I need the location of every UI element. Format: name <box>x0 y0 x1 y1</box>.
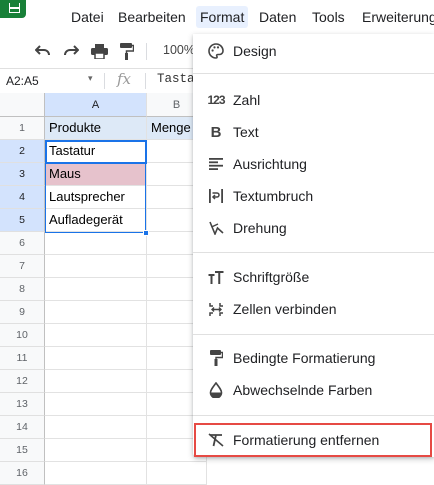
cell-a1[interactable]: Produkte <box>45 117 147 140</box>
cell-empty[interactable] <box>147 462 207 485</box>
menu-item-label: Zahl <box>233 92 261 108</box>
menu-item-label: Formatierung entfernen <box>233 432 380 448</box>
menu-item-label: Drehung <box>233 220 287 236</box>
menu-item-ausrichtung[interactable]: Ausrichtung <box>193 148 434 180</box>
menu-item-drehung[interactable]: Drehung <box>193 212 434 244</box>
font-size-icon <box>207 268 225 286</box>
number-format-icon: 123 <box>207 93 225 107</box>
toolbar-separator <box>146 43 147 60</box>
row-header[interactable]: 16 <box>0 462 45 485</box>
merge-cells-icon <box>207 300 225 318</box>
row-header[interactable]: 2 <box>0 140 45 163</box>
cell-empty[interactable] <box>45 278 147 301</box>
select-all-corner[interactable] <box>0 93 45 117</box>
fill-drop-icon <box>207 381 225 399</box>
menu-item-abwechselnde-farben[interactable]: Abwechselnde Farben <box>193 374 434 406</box>
menu-item-label: Ausrichtung <box>233 156 307 172</box>
menu-tools[interactable]: Tools <box>312 6 345 28</box>
row-header[interactable]: 4 <box>0 186 45 209</box>
menu-separator <box>193 415 434 416</box>
cell-empty[interactable] <box>45 370 147 393</box>
row-header[interactable]: 9 <box>0 301 45 324</box>
paint-roller-icon <box>207 349 225 367</box>
menu-bearbeiten[interactable]: Bearbeiten <box>118 6 186 28</box>
row-header[interactable]: 14 <box>0 416 45 439</box>
menu-item-label: Bedingte Formatierung <box>233 350 376 366</box>
menu-bar: Datei Bearbeiten Format Daten Tools Erwe… <box>0 0 434 34</box>
row-header[interactable]: 13 <box>0 393 45 416</box>
menu-item-label: Abwechselnde Farben <box>233 382 373 398</box>
cell-empty[interactable] <box>45 324 147 347</box>
menu-item-label: Text <box>233 124 259 140</box>
cell-a3[interactable]: Maus <box>45 163 147 186</box>
menu-datei[interactable]: Datei <box>71 6 104 28</box>
row-header[interactable]: 8 <box>0 278 45 301</box>
row-header[interactable]: 3 <box>0 163 45 186</box>
text-wrap-icon <box>207 187 225 205</box>
cell-empty[interactable] <box>45 347 147 370</box>
name-box[interactable]: A2:A5 <box>3 72 101 90</box>
row-header[interactable]: 10 <box>0 324 45 347</box>
cell-empty[interactable] <box>45 232 147 255</box>
menu-item-zellen-verbinden[interactable]: Zellen verbinden <box>193 293 434 325</box>
paint-format-icon[interactable] <box>117 41 137 61</box>
row-header[interactable]: 5 <box>0 209 45 232</box>
menu-item-design[interactable]: Design <box>193 35 434 67</box>
menu-item-label: Schriftgröße <box>233 269 310 285</box>
cell-a5[interactable]: Aufladegerät <box>45 209 147 232</box>
menu-separator <box>193 334 434 335</box>
menu-item-label: Design <box>233 43 277 59</box>
text-rotation-icon <box>207 219 225 237</box>
function-icon: fx <box>117 70 132 88</box>
bold-icon: B <box>210 123 222 141</box>
cell-empty[interactable] <box>45 416 147 439</box>
menu-item-text[interactable]: B Text <box>193 116 434 148</box>
formula-separator <box>104 73 105 89</box>
formula-separator <box>145 73 146 89</box>
print-icon[interactable] <box>89 41 109 61</box>
cell-empty[interactable] <box>45 255 147 278</box>
menu-separator <box>193 252 434 253</box>
row-header[interactable]: 15 <box>0 439 45 462</box>
menu-item-label: Zellen verbinden <box>233 301 337 317</box>
menu-erweiterungen[interactable]: Erweiterung <box>362 6 434 28</box>
zoom-select[interactable]: 100% <box>163 43 195 57</box>
align-left-icon <box>207 155 225 173</box>
menu-item-zahl[interactable]: 123 Zahl <box>193 84 434 116</box>
menu-item-textumbruch[interactable]: Textumbruch <box>193 180 434 212</box>
menu-separator <box>193 73 434 74</box>
fill-handle[interactable] <box>143 230 149 236</box>
column-header-a[interactable]: A <box>45 93 147 117</box>
row-header[interactable]: 6 <box>0 232 45 255</box>
cell-empty[interactable] <box>45 462 147 485</box>
cell-empty[interactable] <box>45 393 147 416</box>
cell-empty[interactable] <box>45 301 147 324</box>
menu-item-bedingte-formatierung[interactable]: Bedingte Formatierung <box>193 342 434 374</box>
cell-a2[interactable]: Tastatur <box>45 140 147 163</box>
undo-icon[interactable] <box>33 41 53 61</box>
row-header[interactable]: 11 <box>0 347 45 370</box>
row-header[interactable]: 7 <box>0 255 45 278</box>
menu-item-schriftgroesse[interactable]: Schriftgröße <box>193 261 434 293</box>
menu-item-formatierung-entfernen[interactable]: Formatierung entfernen <box>193 424 434 456</box>
cell-a4[interactable]: Lautsprecher <box>45 186 147 209</box>
name-box-dropdown-icon[interactable]: ▾ <box>88 73 93 84</box>
row-header[interactable]: 1 <box>0 117 45 140</box>
menu-daten[interactable]: Daten <box>259 6 296 28</box>
menu-format[interactable]: Format <box>196 6 249 28</box>
format-menu-dropdown: Design 123 Zahl B Text Ausrichtung Textu… <box>193 34 434 457</box>
redo-icon[interactable] <box>61 41 81 61</box>
cell-empty[interactable] <box>45 439 147 462</box>
row-header[interactable]: 12 <box>0 370 45 393</box>
menu-item-label: Textumbruch <box>233 188 314 204</box>
sheets-logo-icon[interactable] <box>0 0 26 18</box>
clear-formatting-icon <box>207 431 225 449</box>
palette-icon <box>207 42 225 60</box>
